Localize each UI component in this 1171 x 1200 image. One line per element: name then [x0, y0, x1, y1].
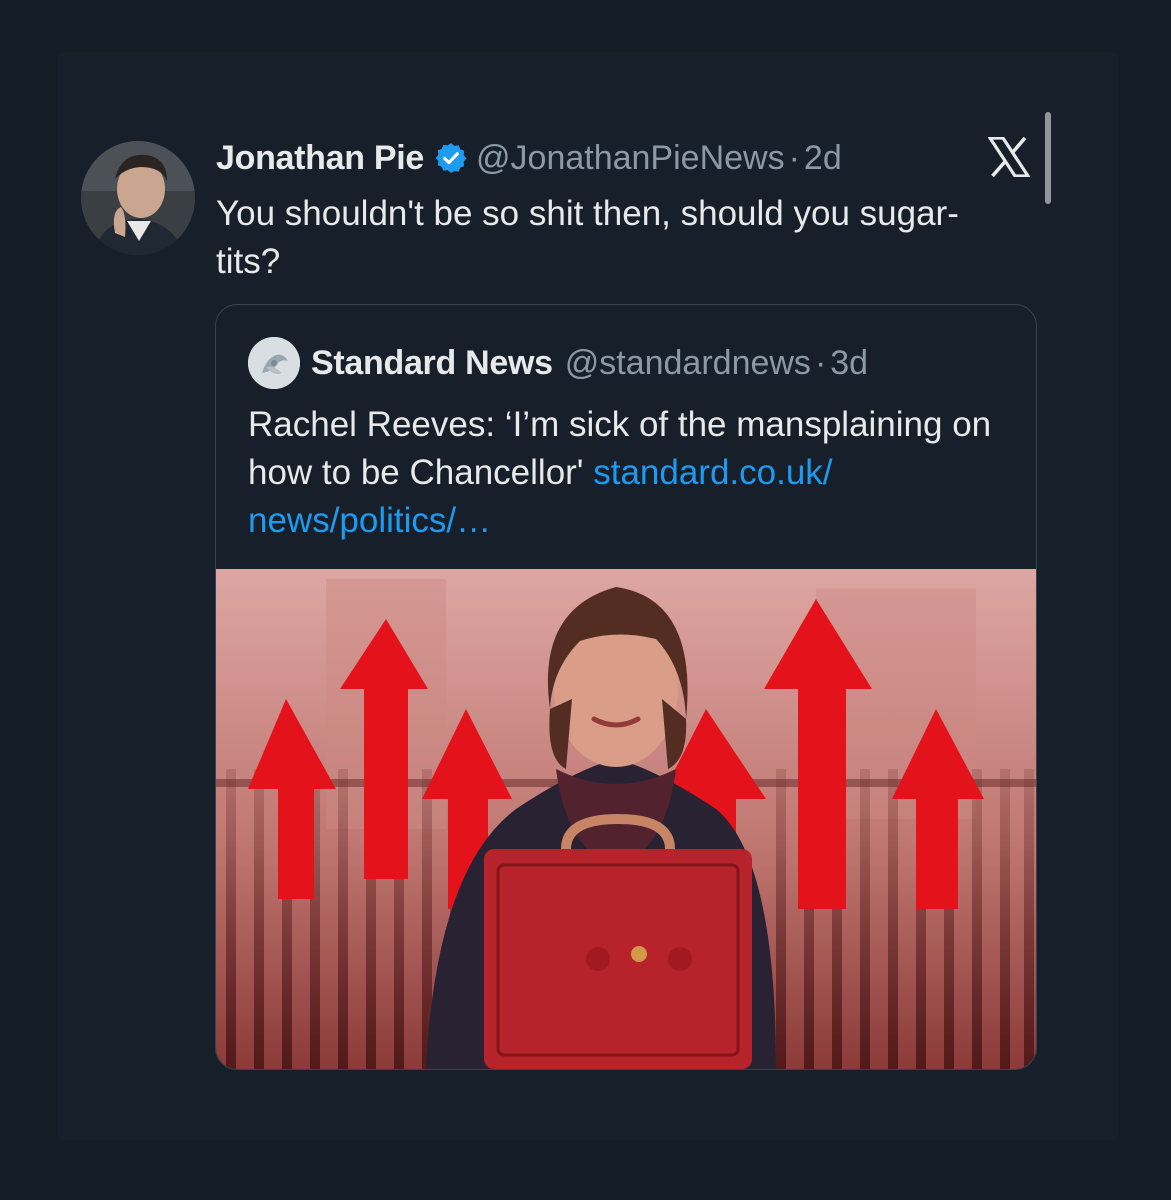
separator-dot: · — [814, 343, 827, 382]
quoted-media-image[interactable] — [216, 569, 1036, 1069]
x-logo-icon — [988, 137, 1030, 177]
author-handle[interactable]: @JonathanPieNews — [476, 139, 785, 178]
tweet-timestamp[interactable]: 2d — [804, 139, 842, 178]
author-name[interactable]: Jonathan Pie — [216, 139, 424, 178]
quoted-timestamp[interactable]: 3d — [830, 344, 868, 383]
quoted-text: Rachel Reeves: ‘I’m sick of the mansplai… — [248, 401, 1018, 545]
separator-dot: · — [788, 138, 800, 177]
quoted-tweet[interactable]: Standard News @standardnews · 3d Rachel … — [215, 304, 1037, 1070]
quoted-header: Standard News @standardnews · 3d — [311, 339, 868, 387]
quoted-author-avatar[interactable] — [248, 337, 300, 389]
verified-badge-icon — [435, 143, 467, 173]
tweet-header: Jonathan Pie @JonathanPieNews · 2d — [216, 134, 842, 182]
scrollbar-thumb[interactable] — [1045, 112, 1051, 204]
tweet-text: You shouldn't be so shit then, should yo… — [216, 194, 959, 281]
quoted-author-name[interactable]: Standard News — [311, 344, 553, 383]
quoted-author-handle[interactable]: @standardnews — [565, 344, 811, 383]
author-avatar[interactable] — [81, 141, 195, 255]
